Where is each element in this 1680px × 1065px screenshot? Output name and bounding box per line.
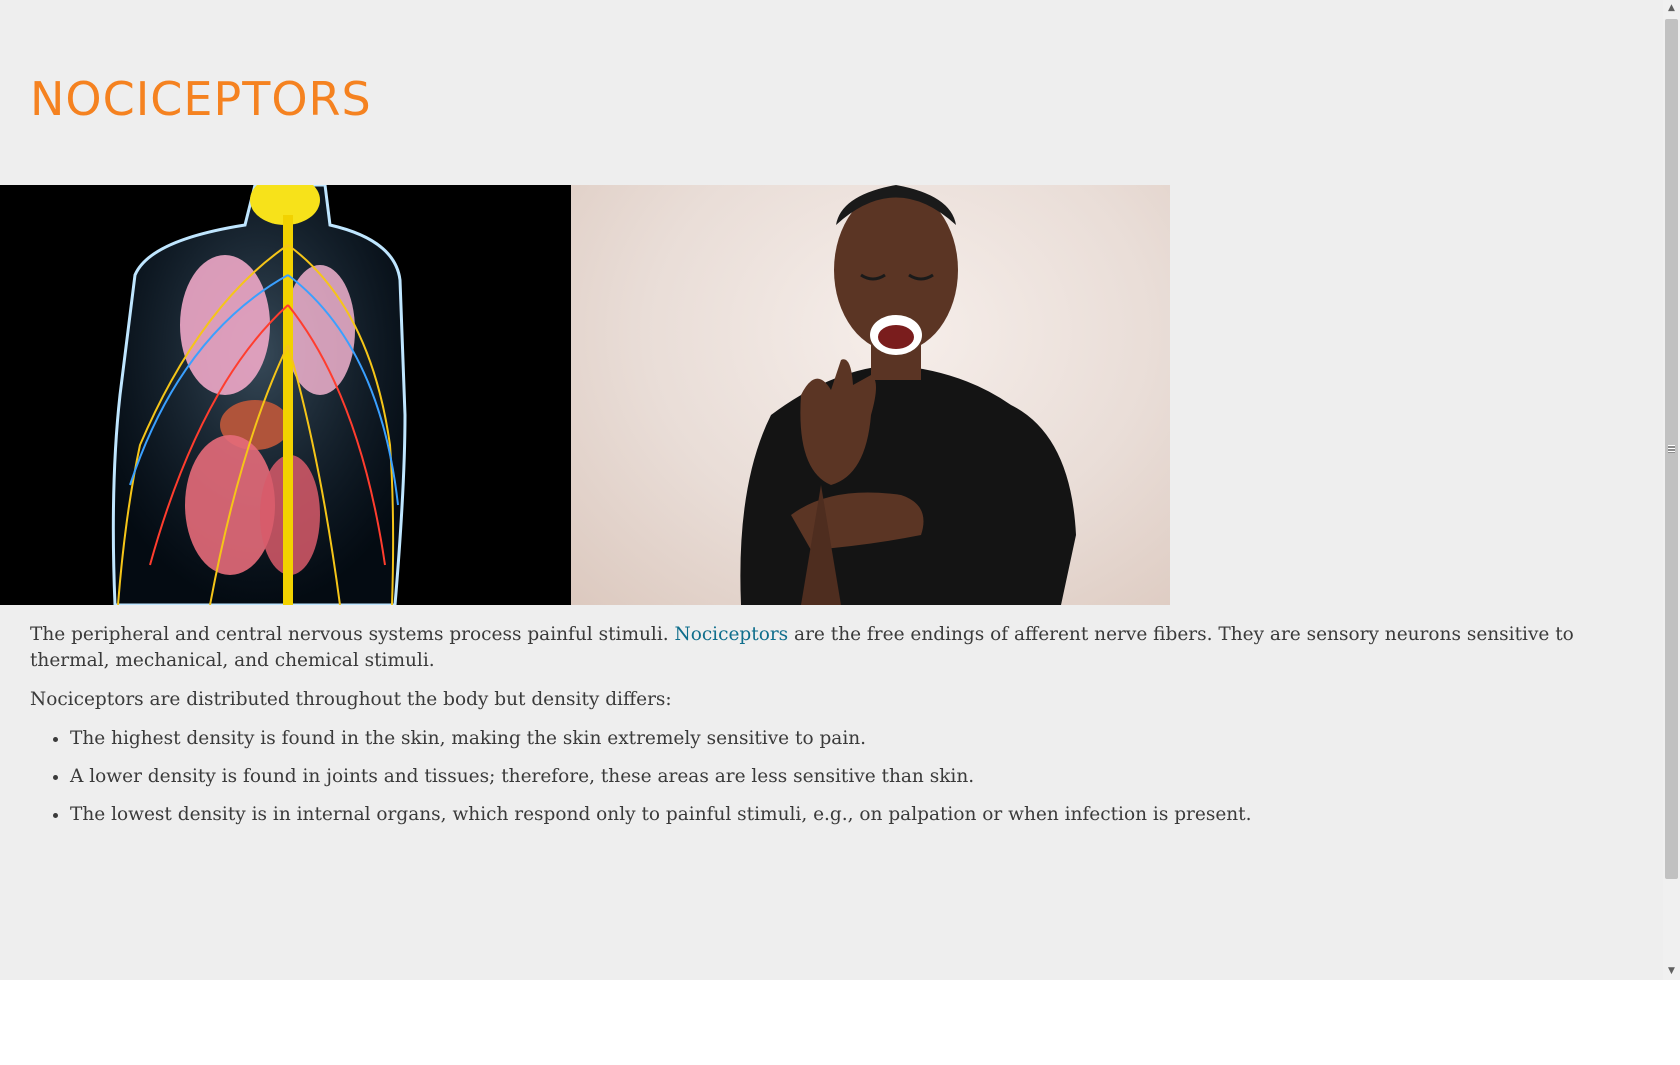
scrollbar-thumb[interactable] xyxy=(1665,19,1678,879)
scroll-down-arrow-icon[interactable]: ▼ xyxy=(1663,963,1680,980)
intro-paragraph: The peripheral and central nervous syste… xyxy=(30,622,1590,674)
list-item: The highest density is found in the skin… xyxy=(70,726,1590,752)
list-item: A lower density is found in joints and t… xyxy=(70,764,1590,790)
page-viewport: NOCICEPTORS The peripheral and central n… xyxy=(0,0,1680,980)
scroll-up-arrow-icon[interactable]: ▲ xyxy=(1663,0,1680,17)
nociceptors-link[interactable]: Nociceptors xyxy=(675,624,789,645)
vertical-scrollbar[interactable]: ▲ ▼ xyxy=(1663,0,1680,980)
article-body: The peripheral and central nervous syste… xyxy=(30,622,1590,840)
anatomy-illustration-image xyxy=(0,185,571,605)
intro-text-start: The peripheral and central nervous syste… xyxy=(30,624,675,645)
density-list: The highest density is found in the skin… xyxy=(30,726,1590,828)
distribution-intro: Nociceptors are distributed throughout t… xyxy=(30,689,672,710)
list-item: The lowest density is in internal organs… xyxy=(70,802,1590,828)
page-content: NOCICEPTORS The peripheral and central n… xyxy=(0,0,1663,980)
man-in-pain-photo xyxy=(571,185,1170,605)
hero-images xyxy=(0,185,1170,605)
thumb-grip-icon xyxy=(1668,445,1675,453)
page-title: NOCICEPTORS xyxy=(30,72,372,126)
